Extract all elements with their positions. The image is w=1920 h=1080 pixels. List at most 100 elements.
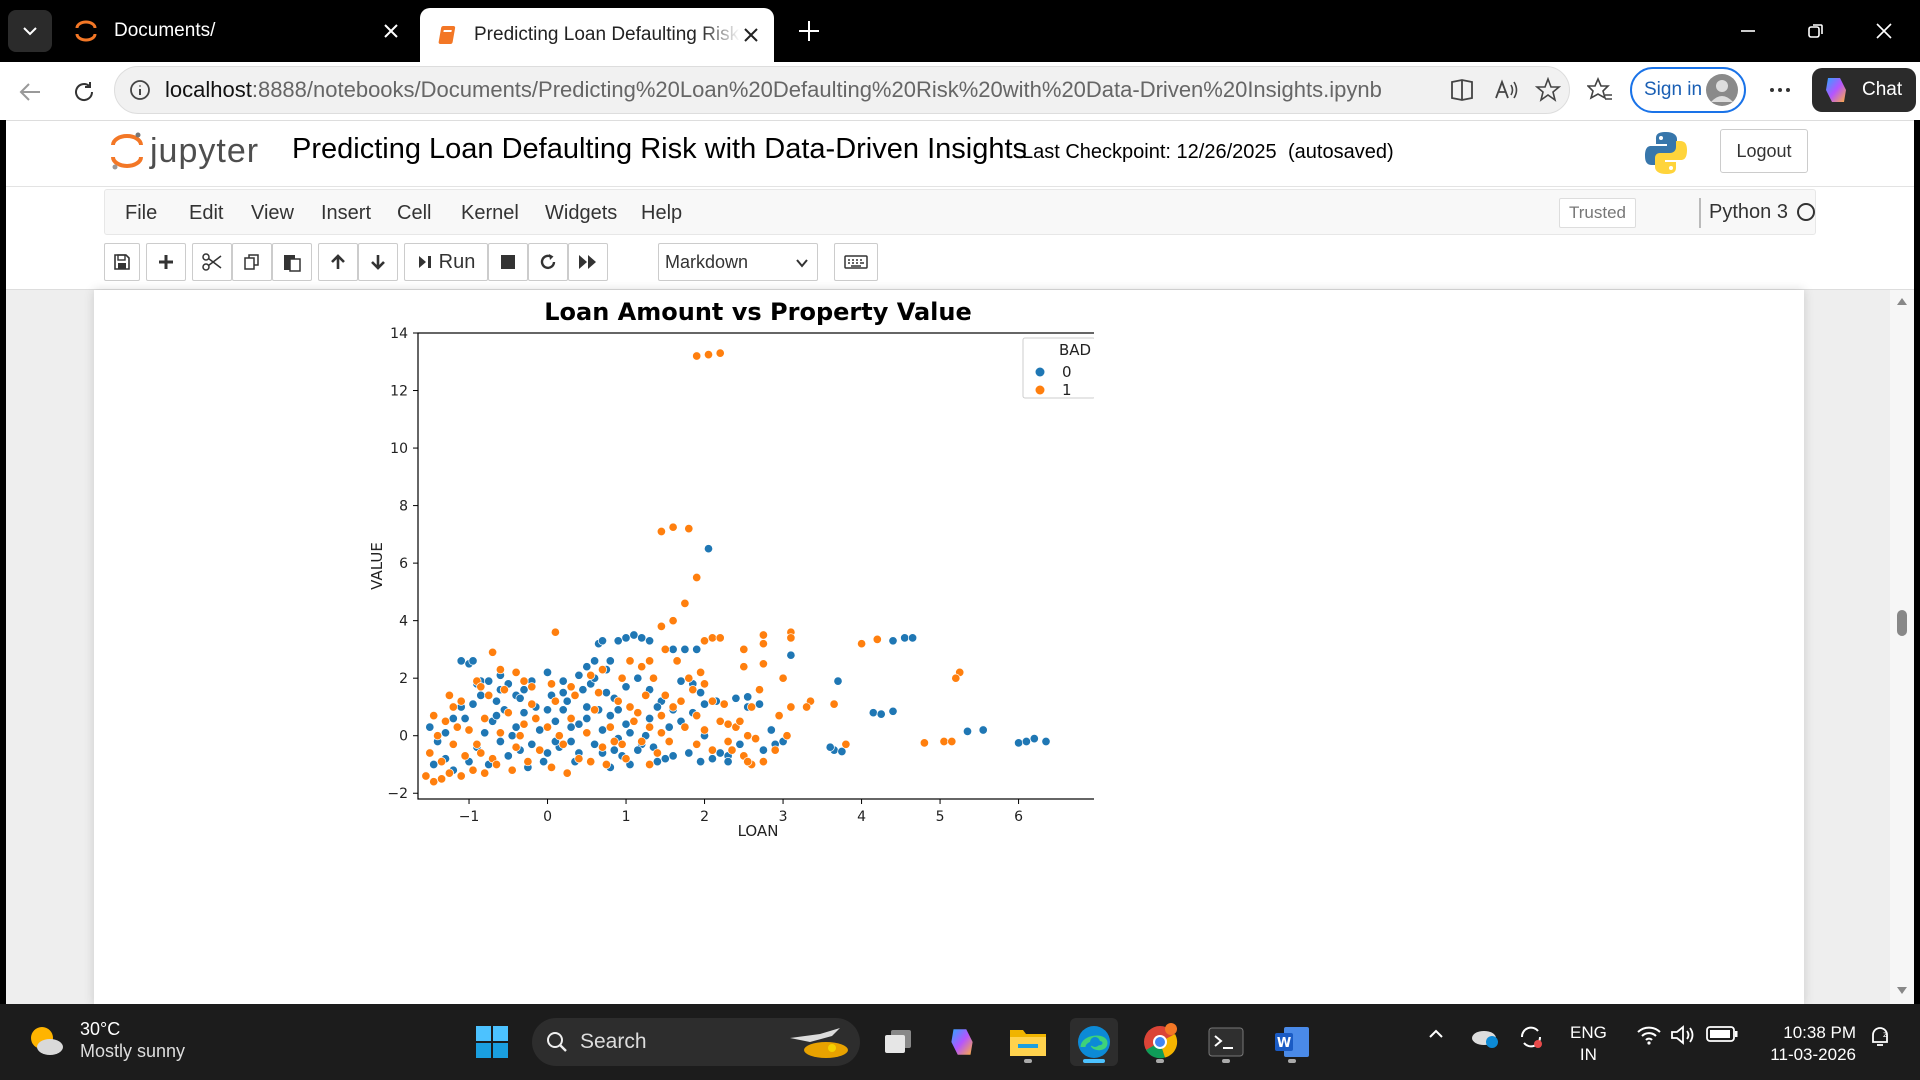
weather-temperature: 30°C (80, 1019, 121, 1039)
menu-insert[interactable]: Insert (321, 202, 371, 225)
close-tab-button[interactable] (380, 20, 402, 42)
menu-edit[interactable]: Edit (189, 202, 223, 225)
close-window-button[interactable] (1862, 12, 1906, 50)
python-logo-icon (1645, 132, 1687, 174)
sign-in-button[interactable]: Sign in (1630, 67, 1746, 113)
task-view-button[interactable] (874, 1018, 922, 1066)
paste-icon (284, 255, 301, 272)
word-button[interactable]: W (1268, 1018, 1316, 1066)
weather-widget[interactable]: 30°C Mostly sunny (26, 1018, 185, 1062)
scatter-point-bad-0 (978, 725, 988, 735)
copilot-chat-button[interactable]: Chat (1812, 68, 1916, 112)
menu-view[interactable]: View (251, 202, 294, 225)
terminal-button[interactable] (1202, 1018, 1250, 1066)
run-button[interactable]: Run (404, 243, 488, 281)
copilot-taskbar-button[interactable] (938, 1018, 986, 1066)
y-tick-label: 0 (399, 729, 408, 745)
scatter-point-bad-0 (758, 745, 768, 755)
scatter-point-bad-0 (876, 709, 886, 719)
chat-label: Chat (1862, 79, 1903, 100)
restore-button[interactable] (1794, 12, 1838, 50)
move-up-button[interactable] (318, 243, 358, 281)
show-hidden-icons-button[interactable] (1426, 1024, 1446, 1049)
logout-button[interactable]: Logout (1720, 129, 1808, 173)
scatter-point-bad-0 (480, 728, 490, 738)
y-tick-label: 4 (399, 614, 408, 630)
scrollbar-thumb[interactable] (1897, 610, 1907, 636)
clock-button[interactable]: 10:38 PM 11-03-2026 (1760, 1022, 1856, 1066)
scatter-point-bad-1 (546, 679, 557, 689)
cell-type-select[interactable]: Markdown (658, 243, 818, 281)
menu-help[interactable]: Help (641, 202, 682, 225)
insert-cell-button[interactable] (146, 243, 186, 281)
scatter-point-bad-0 (519, 685, 529, 695)
url-path: :8888/notebooks/Documents/Predicting%20L… (251, 77, 1382, 102)
immersive-reader-button[interactable] (1444, 72, 1480, 108)
notebook-favicon-icon (438, 26, 456, 44)
start-button[interactable] (468, 1018, 516, 1066)
scatter-point-bad-0 (448, 713, 458, 724)
more-options-button[interactable] (1762, 72, 1798, 108)
wifi-button[interactable] (1636, 1024, 1662, 1051)
menu-widgets[interactable]: Widgets (545, 202, 617, 225)
scatter-point-bad-1 (641, 690, 651, 700)
favorites-button[interactable] (1582, 72, 1618, 108)
input-language-button[interactable]: ENG IN (1570, 1022, 1607, 1066)
scatter-point-bad-1 (586, 670, 596, 680)
save-button[interactable] (104, 243, 140, 281)
favorite-star-button[interactable] (1530, 72, 1566, 108)
scatter-point-bad-1 (758, 659, 768, 669)
sync-status-button[interactable] (1518, 1024, 1544, 1055)
restart-run-all-button[interactable] (568, 243, 608, 281)
new-tab-button[interactable] (792, 14, 826, 48)
search-icon (547, 1032, 567, 1052)
file-explorer-button[interactable] (1004, 1018, 1052, 1066)
menu-file[interactable]: File (125, 202, 157, 225)
move-down-button[interactable] (358, 243, 398, 281)
copilot-icon (1826, 78, 1846, 102)
favorites-icon (1587, 77, 1612, 100)
jupyter-logo[interactable]: jupyter (110, 129, 259, 173)
volume-button[interactable] (1670, 1024, 1696, 1051)
paste-button[interactable] (272, 243, 312, 281)
vertical-scrollbar[interactable] (1890, 290, 1914, 1004)
chrome-browser-button[interactable] (1136, 1018, 1184, 1066)
address-bar[interactable]: localhost:8888/notebooks/Documents/Predi… (114, 66, 1570, 114)
battery-button[interactable] (1706, 1024, 1738, 1049)
x-axis-label: LOAN (738, 822, 779, 840)
legend-marker-0 (1035, 367, 1045, 377)
scatter-point-bad-1 (723, 736, 733, 747)
tab-notebook[interactable]: Predicting Loan Defaulting Risk wi (420, 8, 774, 62)
scatter-point-bad-0 (868, 708, 878, 718)
restart-kernel-button[interactable] (528, 243, 568, 281)
command-palette-button[interactable] (834, 243, 878, 281)
scroll-down-icon[interactable] (1896, 986, 1908, 996)
tab-documents[interactable]: Documents/ (60, 8, 414, 54)
scatter-point-bad-0 (566, 722, 576, 732)
scatter-point-bad-1 (668, 702, 678, 712)
star-icon (1535, 77, 1561, 102)
refresh-button[interactable] (64, 72, 104, 112)
taskbar-search[interactable]: Search (532, 1018, 860, 1066)
trusted-indicator[interactable]: Trusted (1559, 198, 1637, 228)
onedrive-button[interactable] (1470, 1024, 1500, 1055)
scatter-point-bad-0 (425, 722, 435, 732)
info-icon[interactable] (129, 79, 151, 101)
copy-button[interactable] (232, 243, 272, 281)
scatter-point-bad-0 (456, 656, 466, 666)
interrupt-button[interactable] (488, 243, 528, 281)
edge-browser-button[interactable] (1070, 1018, 1118, 1066)
notifications-button[interactable]: z (1868, 1024, 1892, 1053)
back-button[interactable] (10, 72, 50, 112)
close-tab-button[interactable] (740, 24, 762, 46)
cut-button[interactable] (192, 243, 232, 281)
scatter-point-bad-0 (625, 728, 635, 738)
tab-actions-menu[interactable] (8, 10, 52, 52)
notebook-title[interactable]: Predicting Loan Defaulting Risk with Dat… (292, 133, 1027, 166)
scatter-point-bad-1 (719, 699, 729, 709)
read-aloud-button[interactable] (1488, 72, 1524, 108)
scroll-up-icon[interactable] (1896, 296, 1908, 306)
minimize-button[interactable] (1726, 12, 1770, 50)
menu-kernel[interactable]: Kernel (461, 202, 519, 225)
menu-cell[interactable]: Cell (397, 202, 431, 225)
